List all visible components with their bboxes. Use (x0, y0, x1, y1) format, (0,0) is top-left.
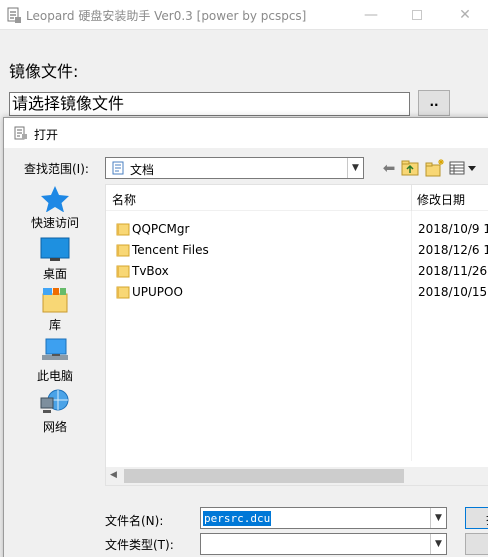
file-date: 2018/12/6 13 (418, 243, 488, 257)
up-folder-icon[interactable] (400, 158, 420, 178)
column-divider[interactable] (411, 185, 412, 211)
place-quick-access[interactable]: 快速访问 (12, 184, 96, 234)
dialog-titlebar: 打开 (4, 118, 488, 148)
file-date: 2018/11/26 8 (418, 264, 488, 278)
desktop-icon (40, 237, 70, 261)
chevron-down-icon[interactable]: ▼ (430, 534, 446, 554)
horizontal-scrollbar[interactable]: ◀ (106, 467, 488, 485)
maximize-button[interactable] (394, 0, 440, 30)
minimize-icon: — (364, 7, 378, 23)
filename-label: 文件名(N): (105, 514, 164, 528)
file-row[interactable]: UPUPOO 2018/10/15 8 (106, 282, 488, 303)
dialog-body: 查找范围(I): 文档 ▼ ⬅ 快速访问 桌面 库 此电脑 网络 名称 ^ 修改… (4, 148, 488, 557)
look-in-label: 查找范围(I): (24, 162, 89, 176)
network-icon (40, 389, 69, 413)
file-date: 2018/10/15 8 (418, 285, 488, 299)
library-icon (42, 288, 68, 313)
star-icon (41, 186, 69, 212)
place-label: 桌面 (42, 267, 67, 281)
folder-icon (116, 223, 130, 236)
view-menu-icon[interactable] (448, 158, 478, 178)
file-name: TvBox (132, 264, 169, 278)
scroll-left-icon[interactable]: ◀ (110, 470, 117, 480)
computer-icon (42, 338, 68, 360)
maximize-icon (412, 10, 422, 20)
dialog-title: 打开 (34, 128, 59, 142)
place-library[interactable]: 库 (12, 286, 96, 336)
file-list[interactable]: 名称 ^ 修改日期 QQPCMgr 2018/10/9 15 Tencent F… (105, 184, 488, 486)
back-arrow-icon[interactable]: ⬅ (380, 158, 398, 178)
new-folder-icon[interactable] (424, 158, 446, 178)
image-file-label: 镜像文件: (9, 62, 79, 81)
file-date: 2018/10/9 15 (418, 222, 488, 236)
chevron-down-icon[interactable]: ▼ (347, 158, 363, 178)
column-header-date[interactable]: 修改日期 (417, 191, 465, 208)
file-name: Tencent Files (132, 243, 209, 257)
place-network[interactable]: 网络 (12, 388, 96, 438)
column-header-name[interactable]: 名称 (112, 191, 136, 208)
look-in-value: 文档 (130, 163, 155, 177)
file-list-header: 名称 ^ 修改日期 (106, 185, 488, 211)
scrollbar-thumb[interactable] (124, 469, 404, 483)
dialog-icon (14, 126, 27, 140)
close-icon: ✕ (459, 7, 471, 23)
close-button[interactable]: ✕ (442, 0, 488, 30)
open-button[interactable]: 打 (465, 507, 488, 529)
app-icon (7, 7, 21, 23)
filetype-select[interactable]: ▼ (200, 533, 447, 555)
open-dialog: 打开 查找范围(I): 文档 ▼ ⬅ 快速访问 桌面 库 此电脑 网络 名称 ^… (3, 117, 488, 557)
cancel-button[interactable] (465, 533, 488, 555)
app-titlebar: Leopard 硬盘安装助手 Ver0.3 [power by pcspcs] … (0, 0, 488, 30)
filetype-label: 文件类型(T): (105, 538, 174, 552)
chevron-down-icon[interactable]: ▼ (430, 508, 446, 528)
place-label: 库 (48, 318, 61, 332)
place-label: 快速访问 (30, 216, 79, 230)
minimize-button[interactable]: — (348, 0, 394, 30)
file-name: QQPCMgr (132, 222, 190, 236)
documents-icon (112, 161, 124, 175)
file-row[interactable]: QQPCMgr 2018/10/9 15 (106, 219, 488, 240)
image-file-input[interactable]: 请选择镜像文件 (9, 92, 410, 116)
app-title: Leopard 硬盘安装助手 Ver0.3 [power by pcspcs] (26, 9, 307, 23)
file-name: UPUPOO (132, 285, 183, 299)
filename-input[interactable]: persrc.dcu ▼ (200, 507, 447, 529)
sort-ascending-icon: ^ (254, 184, 263, 192)
place-label: 网络 (42, 420, 67, 434)
look-in-combo[interactable]: 文档 ▼ (105, 157, 364, 179)
folder-icon (116, 286, 130, 299)
place-desktop[interactable]: 桌面 (12, 235, 96, 285)
place-label: 此电脑 (36, 369, 73, 383)
places-bar: 快速访问 桌面 库 此电脑 网络 (4, 184, 104, 484)
folder-icon (116, 244, 130, 257)
file-row[interactable]: Tencent Files 2018/12/6 13 (106, 240, 488, 261)
file-row[interactable]: TvBox 2018/11/26 8 (106, 261, 488, 282)
browse-button[interactable]: .. (418, 90, 450, 116)
place-this-pc[interactable]: 此电脑 (12, 337, 96, 387)
folder-icon (116, 265, 130, 278)
filename-value: persrc.dcu (203, 511, 272, 526)
